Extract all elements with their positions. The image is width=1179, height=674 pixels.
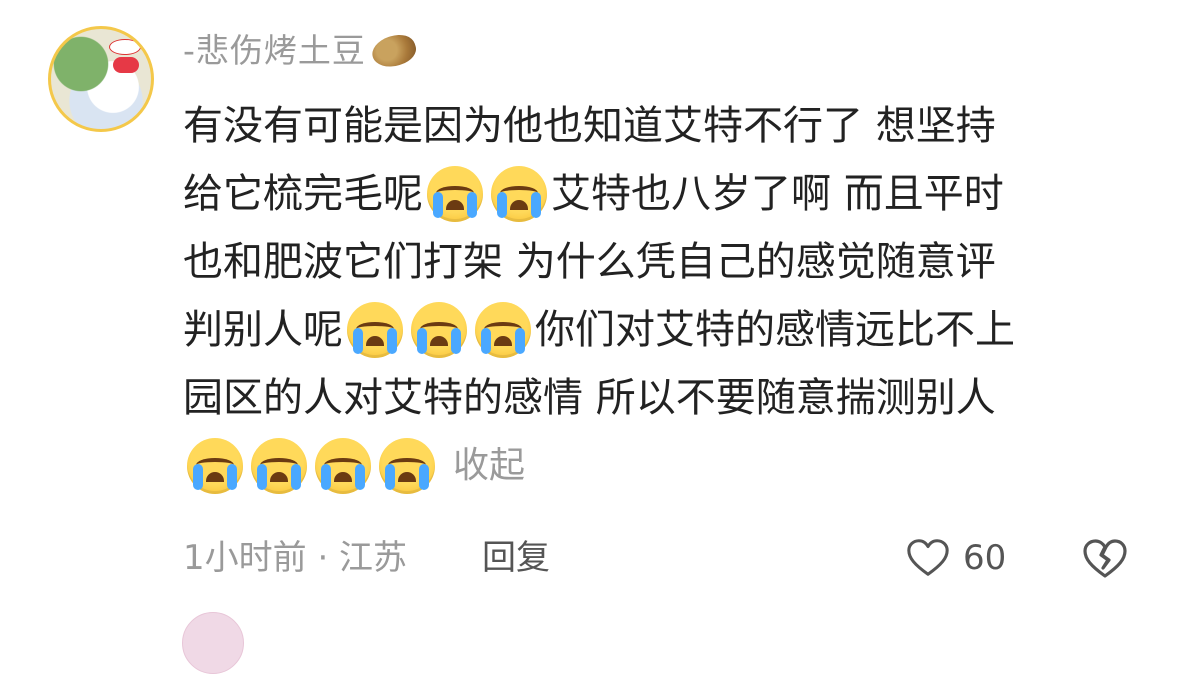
loudly-crying-face-icon	[379, 438, 435, 494]
loudly-crying-face-icon	[427, 166, 483, 222]
avatar-bow-decoration	[113, 57, 139, 73]
comment-line: 园区的人对艾特的感情 所以不要随意揣测别人	[183, 366, 996, 430]
reply-button[interactable]: 回复	[482, 530, 550, 586]
comment-line: 有没有可能是因为他也知道艾特不行了 想坚持	[183, 94, 996, 158]
comment-text: 你们对艾特的感情远比不上	[535, 307, 1015, 353]
comment-text: 判别人呢	[183, 307, 343, 353]
avatar-sign-decoration	[109, 39, 141, 55]
like-count: 60	[963, 538, 1007, 578]
comment-line: 判别人呢 你们对艾特的感情远比不上	[183, 298, 1015, 362]
comment-meta: 1小时前 · 江苏	[183, 530, 407, 586]
potato-emoji-icon	[368, 29, 420, 73]
loudly-crying-face-icon	[491, 166, 547, 222]
like-button[interactable]: 60	[905, 530, 1006, 586]
collapse-button[interactable]: 收起	[453, 434, 525, 498]
loudly-crying-face-icon	[347, 302, 403, 358]
loudly-crying-face-icon	[251, 438, 307, 494]
username-text: -悲伤烤土豆	[183, 31, 366, 70]
user-avatar[interactable]	[48, 26, 154, 132]
username[interactable]: -悲伤烤土豆	[183, 26, 420, 76]
comment-text: 有没有可能是因为他也知道艾特不行了 想坚持	[183, 103, 996, 149]
comment-line: 给它梳完毛呢 艾特也八岁了啊 而且平时	[183, 162, 1004, 226]
comment-line: 收起	[183, 434, 525, 498]
time-location-text: 1小时前 · 江苏	[183, 538, 408, 578]
loudly-crying-face-icon	[411, 302, 467, 358]
heart-icon	[907, 539, 949, 576]
loudly-crying-face-icon	[315, 438, 371, 494]
loudly-crying-face-icon	[187, 438, 243, 494]
comment-text: 也和肥波它们打架 为什么凭自己的感觉随意评	[183, 239, 996, 285]
broken-heart-icon[interactable]	[1080, 534, 1130, 582]
loudly-crying-face-icon	[475, 302, 531, 358]
comment-text: 艾特也八岁了啊 而且平时	[551, 171, 1004, 217]
comment-item: -悲伤烤土豆 有没有可能是因为他也知道艾特不行了 想坚持 给它梳完毛呢 艾特也八岁…	[0, 0, 1179, 674]
comment-line: 也和肥波它们打架 为什么凭自己的感觉随意评	[183, 230, 996, 294]
next-comment-avatar[interactable]	[182, 612, 244, 674]
comment-text: 给它梳完毛呢	[183, 171, 423, 217]
comment-text: 园区的人对艾特的感情 所以不要随意揣测别人	[183, 375, 996, 421]
